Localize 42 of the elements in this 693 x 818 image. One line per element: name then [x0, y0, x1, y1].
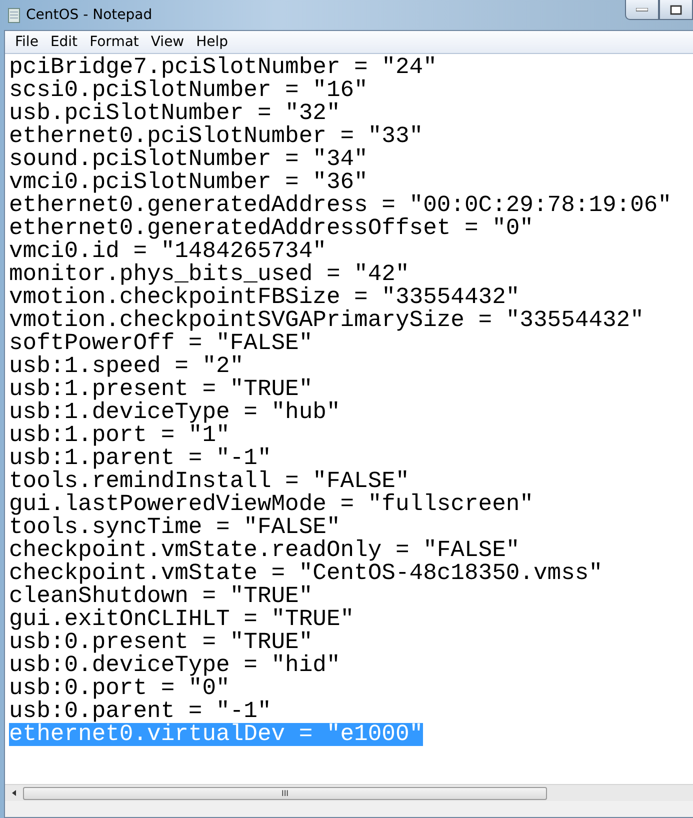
text-line: usb:1.speed = "2" — [9, 355, 244, 378]
text-line: usb.pciSlotNumber = "32" — [9, 102, 340, 125]
horizontal-scrollbar[interactable]: III — [5, 784, 693, 801]
text-line: usb:1.present = "TRUE" — [9, 378, 313, 401]
text-line: tools.syncTime = "FALSE" — [9, 516, 340, 539]
menu-item[interactable]: Edit — [44, 34, 84, 50]
menu-item[interactable]: View — [144, 34, 190, 50]
text-line: ethernet0.generatedAddress = "00:0C:29:78:19:06" — [9, 194, 672, 217]
text-line: gui.exitOnCLIHLT = "TRUE" — [9, 608, 354, 631]
text-line: usb:1.parent = "-1" — [9, 447, 272, 470]
text-line: scsi0.pciSlotNumber = "16" — [9, 79, 368, 102]
text-line: checkpoint.vmState = "CentOS-48c18350.vmss" — [9, 562, 602, 585]
text-line: pciBridge7.pciSlotNumber = "24" — [9, 56, 437, 79]
minimize-button[interactable] — [625, 0, 659, 20]
text-line: gui.lastPoweredViewMode = "fullscreen" — [9, 493, 534, 516]
maximize-button[interactable] — [659, 0, 693, 20]
text-line: ethernet0.generatedAddressOffset = "0" — [9, 217, 534, 240]
text-line: vmotion.checkpointFBSize = "33554432" — [9, 286, 520, 309]
text-line: monitor.phys_bits_used = "42" — [9, 263, 410, 286]
text-line: softPowerOff = "FALSE" — [9, 332, 313, 355]
text-line: cleanShutdown = "TRUE" — [9, 585, 313, 608]
text-line: usb:0.deviceType = "hid" — [9, 654, 340, 677]
window-title: CentOS - Notepad — [26, 7, 152, 23]
menu-item[interactable]: File — [9, 34, 44, 50]
menu-item[interactable]: Help — [190, 34, 234, 50]
minimize-icon — [636, 8, 648, 12]
menu-item[interactable]: Format — [84, 34, 145, 50]
maximize-icon — [670, 4, 682, 14]
text-line: usb:0.port = "0" — [9, 677, 230, 700]
text-line: usb:1.deviceType = "hub" — [9, 401, 340, 424]
scrollbar-thumb[interactable]: III — [23, 786, 547, 800]
notepad-icon — [8, 7, 20, 23]
text-line: usb:0.present = "TRUE" — [9, 631, 313, 654]
text-line: vmotion.checkpointSVGAPrimarySize = "33554432" — [9, 309, 644, 332]
text-line: usb:0.parent = "-1" — [9, 700, 272, 723]
text-line: vmci0.id = "1484265734" — [9, 240, 326, 263]
text-line: tools.remindInstall = "FALSE" — [9, 470, 410, 493]
text-line: checkpoint.vmState.readOnly = "FALSE" — [9, 539, 520, 562]
text-line: ethernet0.pciSlotNumber = "33" — [9, 125, 424, 148]
text-line: vmci0.pciSlotNumber = "36" — [9, 171, 368, 194]
text-line: usb:1.port = "1" — [9, 424, 230, 447]
text-line: sound.pciSlotNumber = "34" — [9, 148, 368, 171]
